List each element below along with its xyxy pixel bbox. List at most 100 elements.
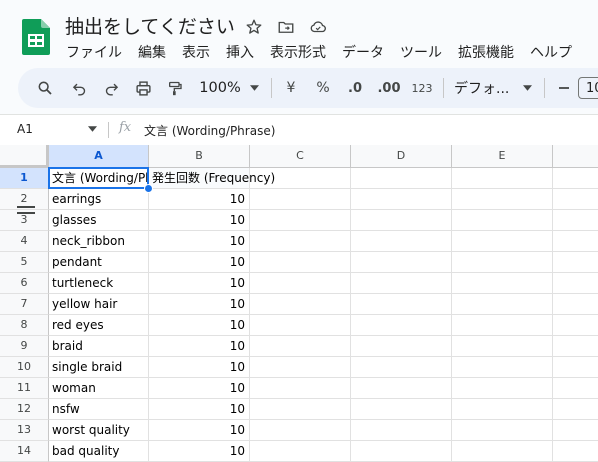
cell-a10[interactable]: single braid — [49, 357, 149, 378]
cell-a9[interactable]: braid — [49, 336, 149, 357]
cell-empty[interactable] — [452, 294, 553, 315]
row-header[interactable]: 8 — [0, 315, 49, 336]
cell-b11[interactable]: 10 — [149, 378, 250, 399]
cell-b5[interactable]: 10 — [149, 252, 250, 273]
row-header[interactable]: 4 — [0, 231, 49, 252]
cell-empty[interactable] — [553, 168, 598, 189]
menu-help[interactable]: ヘルプ — [522, 40, 580, 64]
cell-empty[interactable] — [351, 315, 452, 336]
decrease-font-size-icon[interactable] — [554, 68, 574, 108]
cell-empty[interactable] — [553, 315, 598, 336]
percent-format-button[interactable]: % — [312, 68, 334, 108]
row-header[interactable]: 10 — [0, 357, 49, 378]
row-header[interactable]: 7 — [0, 294, 49, 315]
undo-icon[interactable] — [67, 68, 91, 108]
paint-format-icon[interactable] — [163, 68, 187, 108]
cell-empty[interactable] — [452, 231, 553, 252]
cell-empty[interactable] — [351, 210, 452, 231]
decrease-decimal-button[interactable]: .0 — [342, 68, 368, 108]
cell-empty[interactable] — [351, 378, 452, 399]
menu-format[interactable]: 表示形式 — [262, 40, 334, 64]
cell-empty[interactable] — [250, 252, 351, 273]
menu-file[interactable]: ファイル — [58, 40, 130, 64]
cell-empty[interactable] — [452, 399, 553, 420]
print-icon[interactable] — [131, 68, 155, 108]
cell-empty[interactable] — [250, 294, 351, 315]
menu-extensions[interactable]: 拡張機能 — [450, 40, 522, 64]
name-box-dropdown-icon[interactable] — [88, 126, 97, 132]
cell-b4[interactable]: 10 — [149, 231, 250, 252]
column-header-b[interactable]: B — [149, 145, 250, 168]
cloud-saved-icon[interactable] — [307, 16, 329, 38]
fill-handle[interactable] — [144, 184, 153, 193]
cell-empty[interactable] — [351, 231, 452, 252]
cell-empty[interactable] — [553, 336, 598, 357]
cell-empty[interactable] — [250, 336, 351, 357]
cell-b8[interactable]: 10 — [149, 315, 250, 336]
cell-a11[interactable]: woman — [49, 378, 149, 399]
cell-empty[interactable] — [452, 420, 553, 441]
cell-a2[interactable]: earrings — [49, 189, 149, 210]
zoom-select[interactable]: 100% — [196, 68, 244, 108]
cell-empty[interactable] — [452, 252, 553, 273]
cell-empty[interactable] — [553, 357, 598, 378]
move-to-folder-icon[interactable] — [275, 16, 297, 38]
cell-empty[interactable] — [351, 420, 452, 441]
column-header-partial[interactable] — [553, 145, 598, 168]
cell-empty[interactable] — [250, 399, 351, 420]
font-size-input[interactable]: 10 — [578, 77, 598, 99]
cell-empty[interactable] — [250, 273, 351, 294]
row-header[interactable]: 9 — [0, 336, 49, 357]
cell-empty[interactable] — [452, 378, 553, 399]
cell-empty[interactable] — [351, 252, 452, 273]
menu-view[interactable]: 表示 — [174, 40, 218, 64]
cell-empty[interactable] — [553, 252, 598, 273]
cell-empty[interactable] — [452, 168, 553, 189]
column-header-a[interactable]: A — [49, 145, 149, 168]
currency-format-button[interactable]: ¥ — [280, 68, 302, 108]
cell-b6[interactable]: 10 — [149, 273, 250, 294]
cell-a8[interactable]: red eyes — [49, 315, 149, 336]
name-box[interactable]: A1 — [17, 122, 33, 136]
cell-a13[interactable]: worst quality — [49, 420, 149, 441]
sheets-logo-icon[interactable] — [22, 19, 50, 55]
row-header[interactable]: 5 — [0, 252, 49, 273]
cell-a5[interactable]: pendant — [49, 252, 149, 273]
star-icon[interactable] — [243, 16, 265, 38]
cell-empty[interactable] — [351, 189, 452, 210]
cell-empty[interactable] — [553, 210, 598, 231]
cell-b13[interactable]: 10 — [149, 420, 250, 441]
column-header-c[interactable]: C — [250, 145, 351, 168]
document-title[interactable]: 抽出をしてください — [65, 12, 235, 39]
row-header[interactable]: 1 — [0, 168, 49, 189]
font-family-select[interactable]: デフォ... — [454, 68, 512, 108]
font-dropdown-icon[interactable] — [520, 68, 534, 108]
cell-empty[interactable] — [452, 336, 553, 357]
cell-empty[interactable] — [553, 399, 598, 420]
cell-empty[interactable] — [250, 420, 351, 441]
cell-empty[interactable] — [351, 294, 452, 315]
cell-empty[interactable] — [452, 357, 553, 378]
column-header-d[interactable]: D — [351, 145, 452, 168]
row-resize-handle-icon[interactable] — [17, 205, 35, 215]
cell-empty[interactable] — [351, 273, 452, 294]
cell-a7[interactable]: yellow hair — [49, 294, 149, 315]
cell-b10[interactable]: 10 — [149, 357, 250, 378]
cell-a12[interactable]: nsfw — [49, 399, 149, 420]
row-header[interactable]: 11 — [0, 378, 49, 399]
cell-empty[interactable] — [553, 378, 598, 399]
cell-b1[interactable]: 発生回数 (Frequency) — [149, 168, 275, 189]
search-menus-icon[interactable] — [34, 68, 56, 108]
cell-empty[interactable] — [250, 357, 351, 378]
cell-empty[interactable] — [553, 189, 598, 210]
zoom-dropdown-icon[interactable] — [247, 68, 261, 108]
cell-b2[interactable]: 10 — [149, 189, 250, 210]
cell-empty[interactable] — [351, 399, 452, 420]
cell-b12[interactable]: 10 — [149, 399, 250, 420]
cell-empty[interactable] — [250, 378, 351, 399]
cell-empty[interactable] — [452, 315, 553, 336]
cell-empty[interactable] — [250, 210, 351, 231]
cell-empty[interactable] — [553, 420, 598, 441]
cell-b7[interactable]: 10 — [149, 294, 250, 315]
cell-a4[interactable]: neck_ribbon — [49, 231, 149, 252]
